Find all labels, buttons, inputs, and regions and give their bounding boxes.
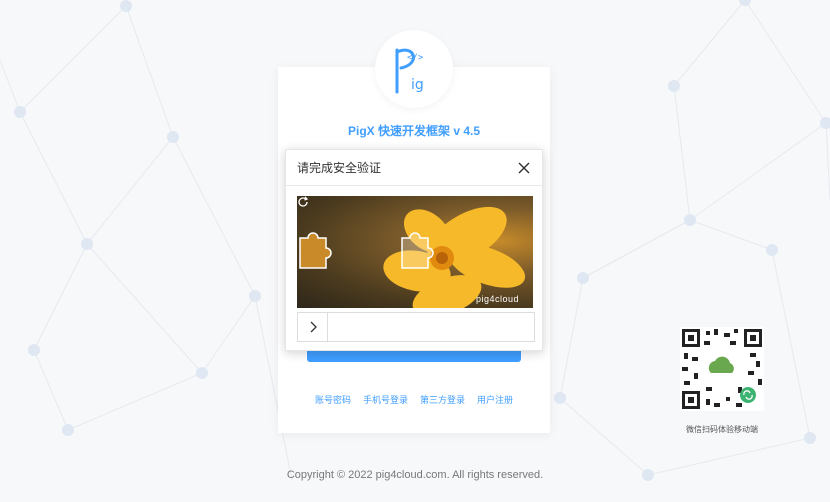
footer-copyright: Copyright © 2022 pig4cloud.com. All righ… <box>286 469 544 481</box>
puzzle-target <box>401 232 434 269</box>
close-icon[interactable] <box>517 161 531 175</box>
qr-code <box>680 327 764 411</box>
app-logo: </> ig <box>375 30 453 108</box>
refresh-icon[interactable] <box>297 196 309 208</box>
captcha-dialog: 请完成安全验证 pig4cloud <box>285 149 543 351</box>
mini-program-icon <box>740 387 756 403</box>
captcha-watermark: pig4cloud <box>475 294 519 304</box>
svg-text:</>: </> <box>407 53 424 63</box>
link-register[interactable]: 用户注册 <box>477 393 513 406</box>
puzzle-piece[interactable] <box>299 232 332 269</box>
link-account-password[interactable]: 账号密码 <box>315 393 351 406</box>
pig-logo-icon: </> ig <box>395 48 424 94</box>
qr-code-icon <box>682 329 762 409</box>
captcha-slider-track[interactable] <box>297 312 535 342</box>
qr-caption: 微信扫码体验移动端 <box>686 425 758 434</box>
app-title: PigX 快速开发框架 v 4.5 <box>347 124 481 138</box>
login-options: 账号密码 手机号登录 第三方登录 用户注册 <box>278 393 550 406</box>
flower-image <box>299 206 526 308</box>
captcha-header: 请完成安全验证 <box>286 150 542 186</box>
chevron-right-icon <box>310 321 317 333</box>
link-phone-login[interactable]: 手机号登录 <box>363 393 408 406</box>
svg-text:ig: ig <box>411 77 424 93</box>
captcha-title: 请完成安全验证 <box>297 161 382 175</box>
captcha-slider-handle[interactable] <box>298 313 328 341</box>
captcha-image: pig4cloud <box>297 196 533 308</box>
link-third-party-login[interactable]: 第三方登录 <box>420 393 465 406</box>
